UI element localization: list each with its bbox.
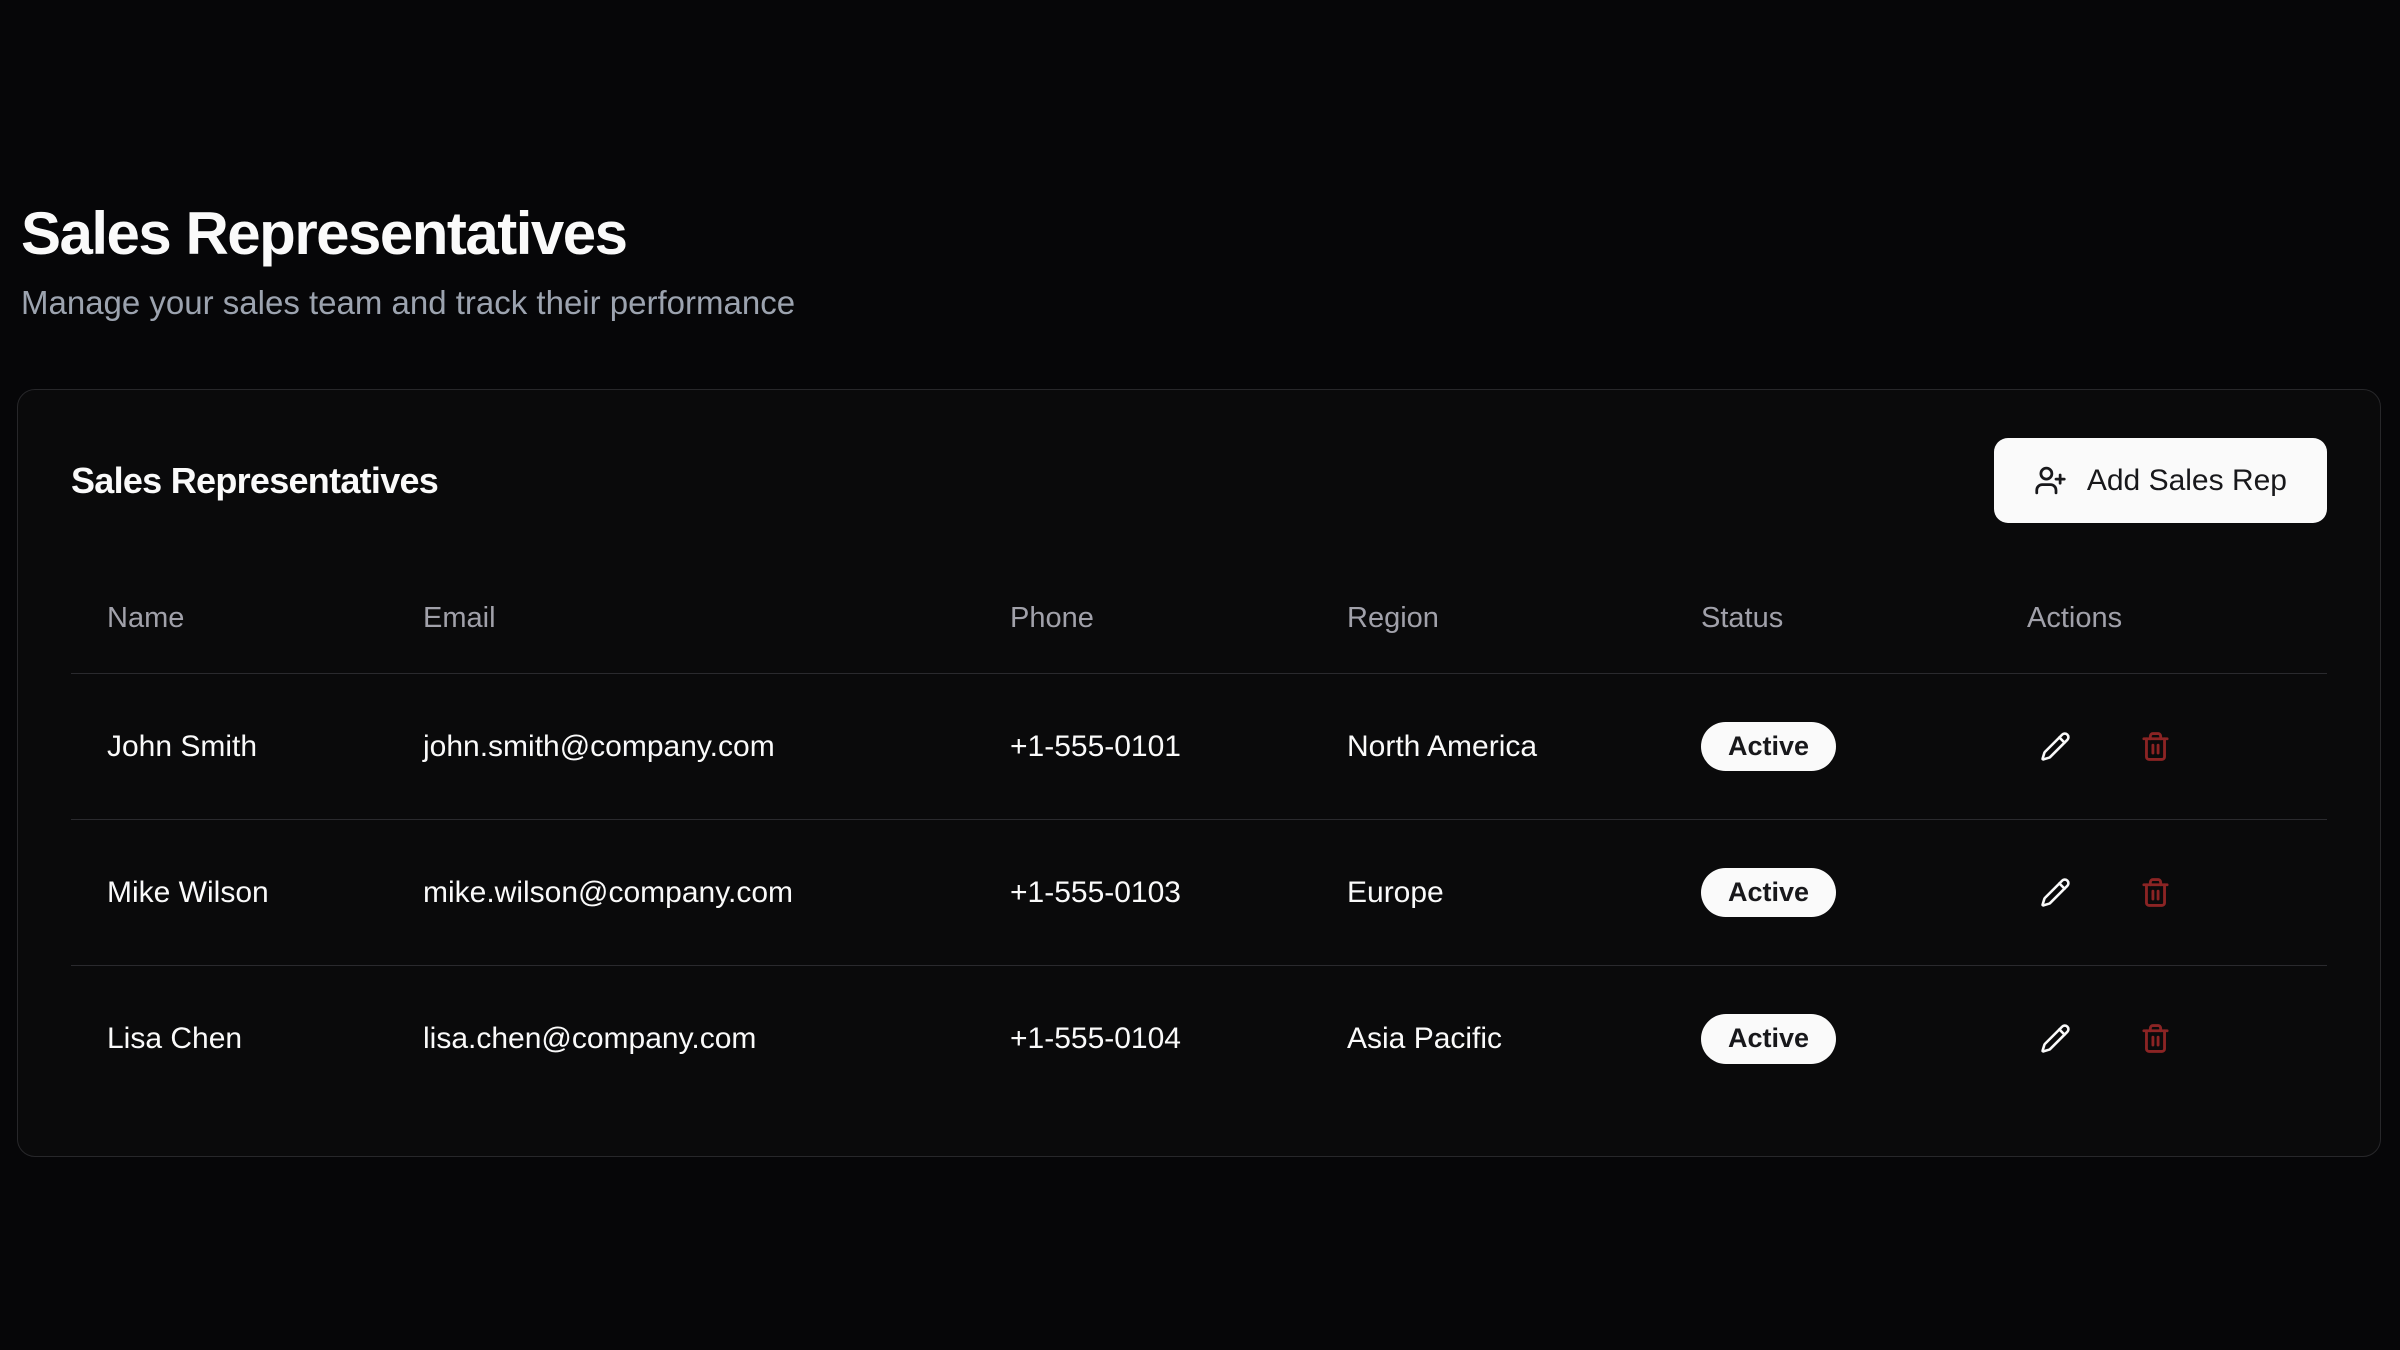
table-row: Mike Wilsonmike.wilson@company.com+1-555… (71, 820, 2327, 966)
column-header-region: Region (1311, 564, 1665, 674)
trash-icon (2140, 731, 2171, 762)
cell-email: lisa.chen@company.com (387, 966, 974, 1112)
cell-actions (1991, 820, 2327, 966)
cell-region: Europe (1311, 820, 1665, 966)
status-badge: Active (1701, 722, 1836, 772)
pencil-icon (2040, 877, 2071, 908)
column-header-status: Status (1665, 564, 1991, 674)
delete-button[interactable] (2127, 865, 2183, 921)
cell-status: Active (1665, 674, 1991, 820)
edit-button[interactable] (2027, 865, 2083, 921)
status-badge: Active (1701, 1014, 1836, 1064)
row-actions (2027, 719, 2327, 775)
cell-actions (1991, 674, 2327, 820)
trash-icon (2140, 877, 2171, 908)
cell-status: Active (1665, 966, 1991, 1112)
sales-reps-table: NameEmailPhoneRegionStatusActions John S… (71, 564, 2327, 1112)
cell-status: Active (1665, 820, 1991, 966)
column-header-name: Name (71, 564, 387, 674)
status-badge: Active (1701, 868, 1836, 918)
delete-button[interactable] (2127, 719, 2183, 775)
cell-actions (1991, 966, 2327, 1112)
row-actions (2027, 865, 2327, 921)
column-header-actions: Actions (1991, 564, 2327, 674)
page: Sales Representatives Manage your sales … (0, 0, 2400, 1350)
edit-button[interactable] (2027, 719, 2083, 775)
edit-button[interactable] (2027, 1011, 2083, 1067)
cell-email: mike.wilson@company.com (387, 820, 974, 966)
row-actions (2027, 1011, 2327, 1067)
sales-reps-card: Sales Representatives Add Sales Rep (17, 389, 2381, 1157)
pencil-icon (2040, 1023, 2071, 1054)
page-subtitle: Manage your sales team and track their p… (17, 283, 2383, 323)
table-row: John Smithjohn.smith@company.com+1-555-0… (71, 674, 2327, 820)
cell-phone: +1-555-0104 (974, 966, 1311, 1112)
card-header: Sales Representatives Add Sales Rep (71, 438, 2327, 524)
cell-email: john.smith@company.com (387, 674, 974, 820)
cell-region: North America (1311, 674, 1665, 820)
user-plus-icon (2034, 464, 2067, 497)
page-title: Sales Representatives (17, 196, 2383, 271)
cell-name: Lisa Chen (71, 966, 387, 1112)
table-header-row: NameEmailPhoneRegionStatusActions (71, 564, 2327, 674)
cell-region: Asia Pacific (1311, 966, 1665, 1112)
delete-button[interactable] (2127, 1011, 2183, 1067)
cell-phone: +1-555-0103 (974, 820, 1311, 966)
trash-icon (2140, 1023, 2171, 1054)
column-header-email: Email (387, 564, 974, 674)
cell-name: John Smith (71, 674, 387, 820)
pencil-icon (2040, 731, 2071, 762)
add-sales-rep-button[interactable]: Add Sales Rep (1994, 438, 2327, 523)
card-title: Sales Representatives (71, 460, 438, 502)
cell-phone: +1-555-0101 (974, 674, 1311, 820)
table-row: Lisa Chenlisa.chen@company.com+1-555-010… (71, 966, 2327, 1112)
cell-name: Mike Wilson (71, 820, 387, 966)
column-header-phone: Phone (974, 564, 1311, 674)
add-sales-rep-label: Add Sales Rep (2087, 464, 2287, 498)
